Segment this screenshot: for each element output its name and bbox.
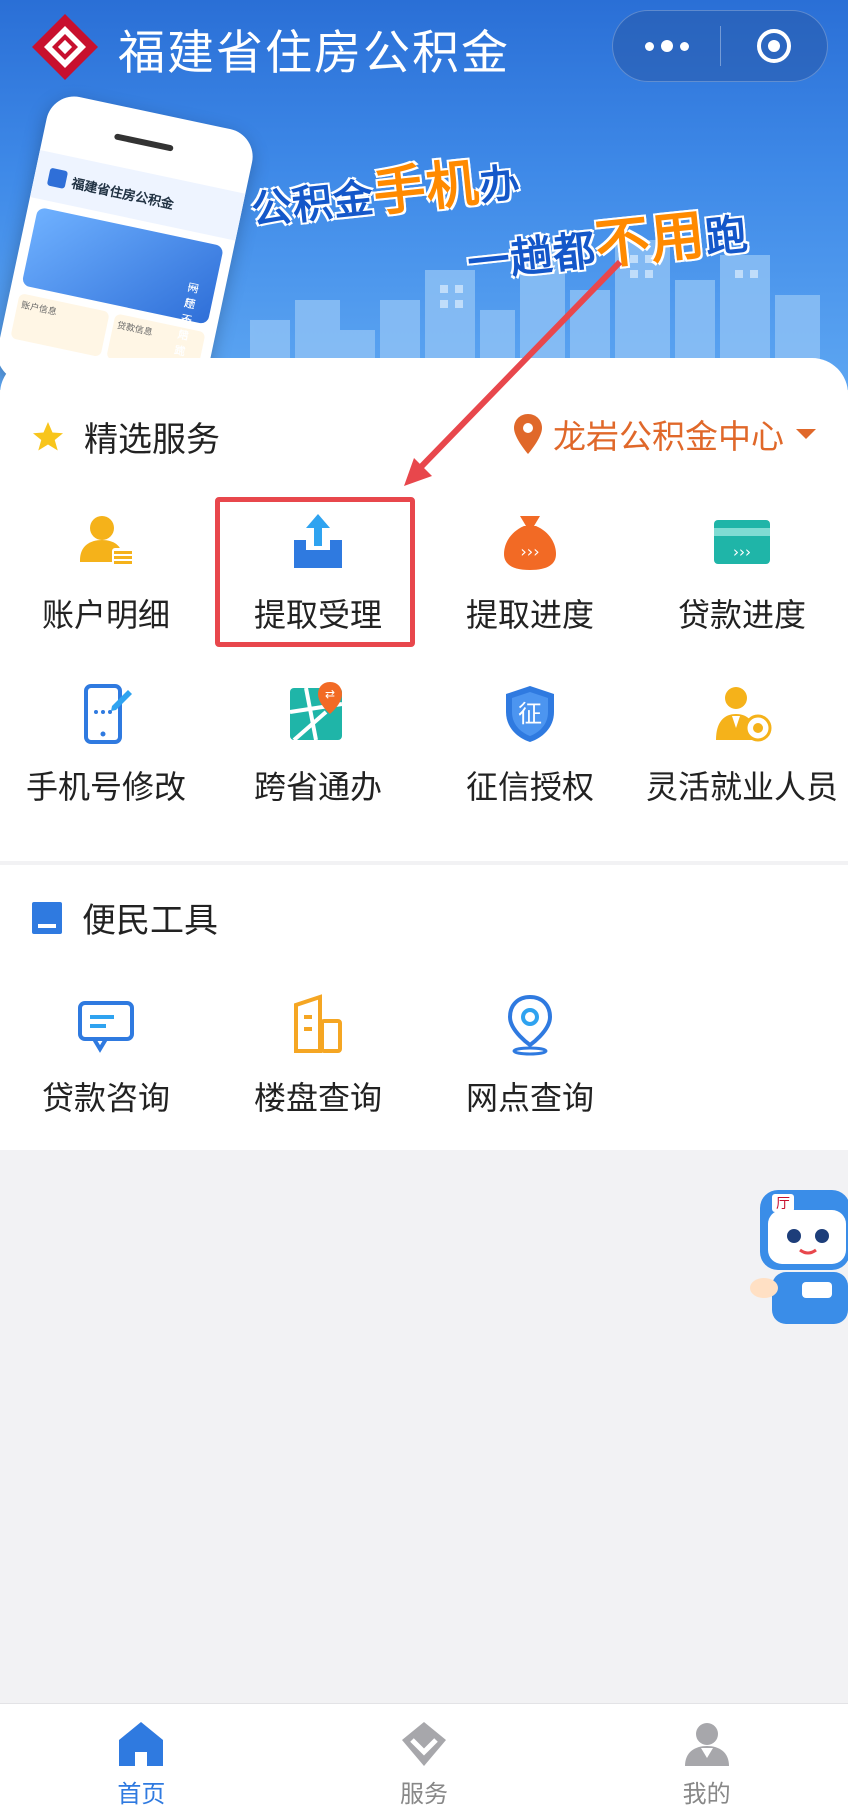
building-icon	[294, 994, 342, 1053]
tool-outlet-query[interactable]: 网点查询	[424, 993, 636, 1119]
tool-label: 楼盘查询	[253, 1079, 382, 1117]
tab-service[interactable]: 服务	[283, 1704, 566, 1817]
tool-building-query[interactable]: 楼盘查询	[212, 993, 424, 1119]
tab-label: 服务	[400, 1780, 448, 1808]
tools-title: 便民工具	[82, 901, 218, 941]
location-pin-icon	[507, 994, 553, 1056]
tab-label: 我的	[682, 1780, 731, 1808]
tool-loan-consult[interactable]: 贷款咨询	[0, 993, 212, 1119]
home-icon	[119, 1722, 164, 1766]
tab-mine[interactable]: 我的	[565, 1704, 848, 1817]
tool-label: 贷款咨询	[41, 1079, 170, 1117]
tab-label: 首页	[117, 1780, 166, 1808]
svg-text:厅: 厅	[776, 1196, 790, 1212]
tab-home[interactable]: 首页	[0, 1704, 283, 1817]
robot-mascot-icon[interactable]: 厅	[742, 1180, 848, 1340]
bottom-tab-bar: 首页 服务 我的	[0, 1703, 848, 1817]
tool-label: 网点查询	[465, 1079, 594, 1117]
tools-header: 便民工具	[30, 893, 218, 942]
service-diamond-icon	[402, 1722, 446, 1766]
chat-consult-icon	[78, 1001, 134, 1053]
bookmark-book-icon	[32, 901, 62, 934]
user-icon	[684, 1723, 729, 1766]
